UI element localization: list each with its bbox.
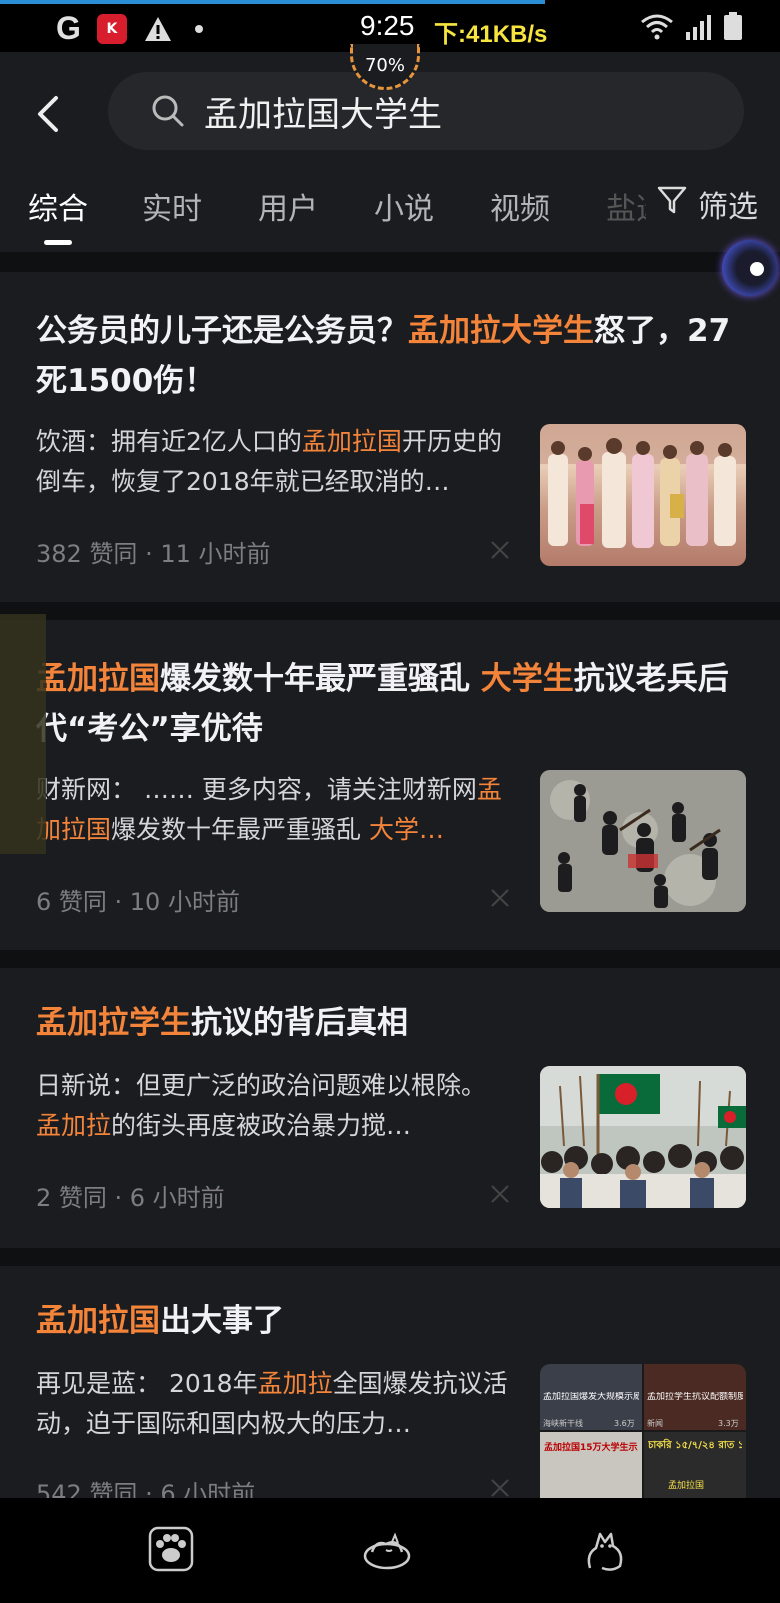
result-excerpt: 财新网： …… 更多内容，请关注财新网孟加拉国爆发数十年最严重骚乱 大学…: [36, 770, 516, 850]
floating-assistant-button[interactable]: [722, 240, 778, 296]
battery-icon: [724, 12, 742, 44]
tab-novels[interactable]: 小说: [374, 184, 434, 228]
warning-icon: [143, 15, 173, 43]
result-title[interactable]: 孟加拉国爆发数十年最严重骚乱 大学生抗议老兵后代“考公”享优待: [36, 654, 736, 754]
excerpt-highlight: 孟加拉国: [301, 427, 402, 456]
google-icon: G: [56, 10, 81, 46]
active-tab-indicator: [44, 240, 72, 245]
tab-users[interactable]: 用户: [258, 184, 318, 228]
tab-videos[interactable]: 视频: [490, 184, 550, 228]
speed-prefix: 下: [434, 21, 458, 48]
result-title[interactable]: 孟加拉学生抗议的背后真相: [36, 998, 736, 1048]
title-text: 公务员的儿子还是公务员？: [36, 313, 408, 349]
result-meta: 382 赞同 · 11 小时前: [36, 540, 271, 568]
result-card[interactable]: 公务员的儿子还是公务员？孟加拉大学生怒了，27死1500伤！ 饮酒：拥有近2亿人…: [0, 272, 780, 602]
excerpt-highlight: 大学…: [368, 815, 444, 844]
result-card[interactable]: 孟加拉国出大事了 再见是蓝： 2018年孟加拉全国爆发抗议活动，迫于国际和国内极…: [0, 1266, 780, 1508]
wifi-icon: [640, 12, 674, 44]
collage-tile: 孟加拉国15万大学生示威: [540, 1432, 642, 1498]
paw-icon[interactable]: [146, 1524, 196, 1574]
collage-caption: 孟加拉国15万大学生示威: [544, 1443, 638, 1453]
result-card[interactable]: 孟加拉国爆发数十年最严重骚乱 大学生抗议老兵后代“考公”享优待 财新网： …… …: [0, 620, 780, 950]
title-highlight: 大学生: [480, 661, 574, 697]
dismiss-icon[interactable]: [488, 886, 512, 910]
clock: 9:25: [360, 10, 415, 41]
excerpt-text: 再见是蓝： 2018年: [36, 1369, 258, 1398]
network-speed: 下:41KB/s: [434, 21, 548, 48]
title-highlight: 孟加拉国: [36, 661, 160, 697]
collage-likes: 3.3万: [718, 1419, 739, 1428]
result-title[interactable]: 孟加拉国出大事了: [36, 1296, 736, 1346]
title-text: 爆发数十年最严重骚乱: [160, 661, 481, 697]
result-thumbnail[interactable]: [540, 1066, 746, 1208]
collage-tile: চাকরি ১৫/৭/২৪ রাত ১টা 孟加拉国: [644, 1432, 746, 1498]
excerpt-text: 饮酒：拥有近2亿人口的: [36, 427, 302, 456]
search-input[interactable]: 孟加拉国大学生: [108, 72, 744, 150]
result-card[interactable]: 孟加拉学生抗议的背后真相 日新说：但更广泛的政治问题难以根除。 孟加拉的街头再度…: [0, 968, 780, 1248]
result-excerpt: 日新说：但更广泛的政治问题难以根除。 孟加拉的街头再度被政治暴力搅…: [36, 1066, 516, 1146]
excerpt-text: 的街头再度被政治暴力搅…: [111, 1111, 412, 1140]
dismiss-icon[interactable]: [488, 1182, 512, 1206]
tab-salt-selection[interactable]: 盐选: [606, 184, 646, 228]
title-highlight: 孟加拉大学生: [408, 313, 594, 349]
title-highlight: 孟加拉学生: [36, 1005, 191, 1041]
app-notification-icon: K: [96, 13, 127, 44]
result-thumbnail[interactable]: [540, 770, 746, 912]
result-title[interactable]: 公务员的儿子还是公务员？孟加拉大学生怒了，27死1500伤！: [36, 306, 736, 406]
collage-likes: 3.6万: [614, 1419, 635, 1428]
assistant-eye-icon: [750, 262, 764, 276]
title-text: 抗议的背后真相: [191, 1005, 408, 1041]
filter-label: 筛选: [698, 190, 758, 225]
collage-caption: 孟加拉国: [668, 1481, 705, 1491]
collage-tile: 孟加拉学生抗议配额制度：60万大学生竞争300职缺 #孟加拉国… 新闻 3.3万: [644, 1364, 746, 1430]
title-text: 出大事了: [160, 1303, 284, 1339]
search-query-text: 孟加拉国大学生: [204, 94, 442, 135]
excerpt-highlight: 孟加拉: [257, 1369, 333, 1398]
collage-caption: 孟加拉国爆发大规模示威要求政府下台#海峡新干线 #台海时刻#…: [543, 1392, 639, 1402]
back-button[interactable]: [30, 92, 70, 136]
bottom-nav: [0, 1498, 780, 1603]
signal-icon: [686, 14, 712, 44]
filter-icon: [656, 184, 688, 224]
excerpt-text: 日新说：但更广泛的政治问题难以根除。: [36, 1071, 487, 1100]
collage-source: 海峡新干线: [543, 1419, 583, 1428]
result-thumbnail[interactable]: [540, 424, 746, 566]
result-excerpt: 饮酒：拥有近2亿人口的孟加拉国开历史的倒车，恢复了2018年就已经取消的…: [36, 422, 516, 502]
load-progress-bar: [0, 0, 545, 4]
collage-caption: 孟加拉学生抗议配额制度：60万大学生竞争300职缺 #孟加拉国…: [647, 1392, 743, 1402]
collage-caption: চাকরি ১৫/৭/২৪ রাত ১টা: [648, 1440, 742, 1451]
cat-silhouette-icon[interactable]: [580, 1524, 630, 1574]
result-excerpt: 再见是蓝： 2018年孟加拉全国爆发抗议活动，迫于国际和国内极大的压力…: [36, 1364, 516, 1444]
result-thumbnail-collage[interactable]: 孟加拉国爆发大规模示威要求政府下台#海峡新干线 #台海时刻#… 海峡新干线 3.…: [540, 1364, 746, 1498]
dismiss-icon[interactable]: [488, 1476, 512, 1500]
excerpt-highlight: 孟加拉: [36, 1111, 112, 1140]
search-icon: [150, 93, 186, 129]
tab-comprehensive[interactable]: 综合: [28, 184, 88, 228]
filter-button[interactable]: 筛选: [650, 182, 758, 226]
result-meta: 6 赞同 · 10 小时前: [36, 888, 240, 916]
excerpt-text: 爆发数十年最严重骚乱: [111, 815, 369, 844]
excerpt-text: 财新网： …… 更多内容，请关注财新网: [36, 775, 477, 804]
title-highlight: 孟加拉国: [36, 1303, 160, 1339]
notification-dot-icon: [194, 24, 203, 33]
tab-realtime[interactable]: 实时: [142, 184, 202, 228]
result-meta: 2 赞同 · 6 小时前: [36, 1184, 225, 1212]
collage-source: 新闻: [647, 1419, 663, 1428]
sleeping-cat-icon[interactable]: [362, 1524, 412, 1574]
collage-tile: 孟加拉国爆发大规模示威要求政府下台#海峡新干线 #台海时刻#… 海峡新干线 3.…: [540, 1364, 642, 1430]
selection-highlight: [0, 614, 46, 854]
dismiss-icon[interactable]: [488, 538, 512, 562]
speed-value: 41KB/s: [466, 21, 548, 48]
